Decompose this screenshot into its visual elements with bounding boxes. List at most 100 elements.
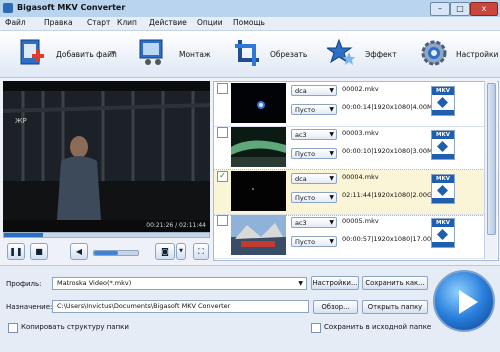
format-badge-top: MKV	[432, 87, 454, 95]
crop-label: Обрезать	[270, 50, 308, 59]
audio-track-value: dca	[295, 87, 307, 95]
chevron-down-icon: ▼	[329, 131, 334, 138]
output-format-badge[interactable]: MKV	[431, 86, 455, 116]
video-time-bar: 00:21:26 / 02:11:44	[3, 220, 210, 232]
svg-text:ЖР: ЖР	[15, 117, 27, 125]
file-checkbox[interactable]	[217, 83, 228, 94]
format-badge-top: MKV	[432, 175, 454, 183]
menu-bar: Файл Правка Старт Клип Действие Опции По…	[0, 17, 500, 31]
effect-button[interactable]: Эффект	[327, 38, 399, 70]
subtitle-value: Пусто	[295, 150, 316, 158]
menu-edit[interactable]: Правка	[44, 18, 73, 27]
fullscreen-icon: ⛶	[198, 247, 204, 256]
video-preview: ЖР	[3, 81, 210, 231]
chevron-down-icon: ▼	[329, 106, 334, 113]
file-row[interactable]: ac3 ▼ Пусто ▼ 00003.mkv 00:00:10|1920x1080…	[214, 126, 498, 171]
menu-help[interactable]: Помощь	[233, 18, 265, 27]
maximize-button[interactable]: □	[450, 2, 470, 16]
file-info: 02:11:44|1920x1080|2.00GB	[342, 191, 437, 199]
file-checkbox[interactable]	[217, 127, 228, 138]
output-format-badge[interactable]: MKV	[431, 174, 455, 204]
chevron-down-icon: ▼	[329, 219, 334, 226]
format-badge-bottom	[432, 242, 454, 247]
subtitle-select[interactable]: Пусто ▼	[291, 148, 337, 159]
profile-value: Matroska Video(*.mkv)	[57, 279, 132, 287]
file-list-scrollbar[interactable]	[484, 81, 497, 259]
browse-button[interactable]: Обзор...	[313, 300, 358, 314]
add-file-button[interactable]: Добавить файл ▼	[18, 38, 123, 70]
file-list: dca ▼ Пусто ▼ 00002.mkv 00:00:14|1920x1080…	[213, 81, 499, 261]
profile-select[interactable]: Matroska Video(*.mkv) ▼	[52, 277, 307, 290]
playback-progress-bar[interactable]	[3, 232, 210, 238]
format-badge-bottom	[432, 110, 454, 115]
matroska-icon	[437, 141, 448, 152]
menu-start[interactable]: Старт	[87, 18, 110, 27]
snapshot-button[interactable]: ◙	[155, 243, 175, 260]
open-folder-button[interactable]: Открыть папку	[362, 300, 428, 314]
audio-track-select[interactable]: ac3 ▼	[291, 129, 337, 140]
app-logo-icon	[3, 3, 13, 13]
file-name: 00005.mkv	[342, 217, 379, 225]
file-row[interactable]: ac3 ▼ Пусто ▼ 00005.mkv 00:00:57|1920x1080…	[214, 214, 498, 259]
file-checkbox-checked[interactable]: ✓	[217, 171, 228, 182]
add-file-dropdown-arrow-icon[interactable]: ▼	[111, 50, 116, 57]
file-thumbnail	[231, 83, 286, 123]
file-thumbnail	[231, 127, 286, 167]
matroska-icon	[437, 185, 448, 196]
profile-settings-button[interactable]: Настройки...	[311, 276, 359, 290]
montage-button[interactable]: Монтаж	[138, 38, 228, 70]
convert-start-button[interactable]	[433, 270, 495, 332]
audio-track-select[interactable]: dca ▼	[291, 173, 337, 184]
fullscreen-button[interactable]: ⛶	[193, 243, 209, 260]
copy-structure-checkbox[interactable]	[8, 323, 18, 333]
save-to-source-checkbox[interactable]	[311, 323, 321, 333]
stop-button[interactable]: ■	[30, 243, 48, 260]
file-info: 00:00:14|1920x1080|4.00MB	[342, 103, 438, 111]
menu-options[interactable]: Опции	[197, 18, 223, 27]
snapshot-dropdown-button[interactable]: ▼	[176, 243, 186, 260]
output-format-badge[interactable]: MKV	[431, 130, 455, 160]
effect-stars-icon	[327, 38, 355, 65]
volume-button[interactable]: ◀	[70, 243, 88, 260]
matroska-icon	[437, 229, 448, 240]
save-as-button[interactable]: Сохранить как...	[362, 276, 428, 290]
destination-input[interactable]: C:\Users\Invictus\Documents\Bigasoft MKV…	[52, 300, 309, 313]
crop-icon	[235, 40, 259, 66]
close-button[interactable]: x	[470, 2, 498, 16]
app-window: Bigasoft MKV Converter – □ x Файл Правка…	[0, 0, 500, 352]
crop-button[interactable]: Обрезать	[233, 38, 313, 70]
subtitle-value: Пусто	[295, 194, 316, 202]
file-thumbnail	[231, 215, 286, 255]
menu-action[interactable]: Действие	[149, 18, 187, 27]
subtitle-select[interactable]: Пусто ▼	[291, 236, 337, 247]
file-thumbnail	[231, 171, 286, 211]
matroska-icon	[437, 97, 448, 108]
menu-file[interactable]: Файл	[5, 18, 26, 27]
audio-track-select[interactable]: ac3 ▼	[291, 217, 337, 228]
subtitle-select[interactable]: Пусто ▼	[291, 104, 337, 115]
menu-clip[interactable]: Клип	[117, 18, 137, 27]
stop-icon: ■	[35, 247, 43, 256]
minimize-button[interactable]: –	[430, 2, 450, 16]
volume-slider[interactable]	[93, 250, 139, 256]
pause-button[interactable]: ❚❚	[7, 243, 25, 260]
file-row-selected[interactable]: ✓ dca ▼ Пусто ▼ 00004.mkv 02:11:44|1920x10…	[214, 169, 498, 216]
format-badge-bottom	[432, 154, 454, 159]
file-row[interactable]: dca ▼ Пусто ▼ 00002.mkv 00:00:14|1920x1080…	[214, 82, 498, 127]
file-checkbox[interactable]	[217, 215, 228, 226]
copy-structure-label: Копировать структуру папки	[21, 323, 129, 331]
play-icon	[459, 290, 478, 314]
subtitle-select[interactable]: Пусто ▼	[291, 192, 337, 203]
audio-track-select[interactable]: dca ▼	[291, 85, 337, 96]
file-info: 00:00:10|1920x1080|3.00MB	[342, 147, 438, 155]
subtitle-value: Пусто	[295, 238, 316, 246]
output-format-badge[interactable]: MKV	[431, 218, 455, 248]
scrollbar-thumb[interactable]	[487, 83, 496, 235]
settings-button[interactable]: Настройки	[420, 38, 498, 70]
output-settings-panel: Профиль: Matroska Video(*.mkv) ▼ Настрой…	[0, 265, 500, 352]
format-badge-top: MKV	[432, 219, 454, 227]
chevron-down-icon: ▼	[179, 248, 183, 254]
audio-track-value: ac3	[295, 219, 307, 227]
chevron-down-icon: ▼	[329, 194, 334, 201]
destination-label: Назначение:	[6, 303, 53, 311]
